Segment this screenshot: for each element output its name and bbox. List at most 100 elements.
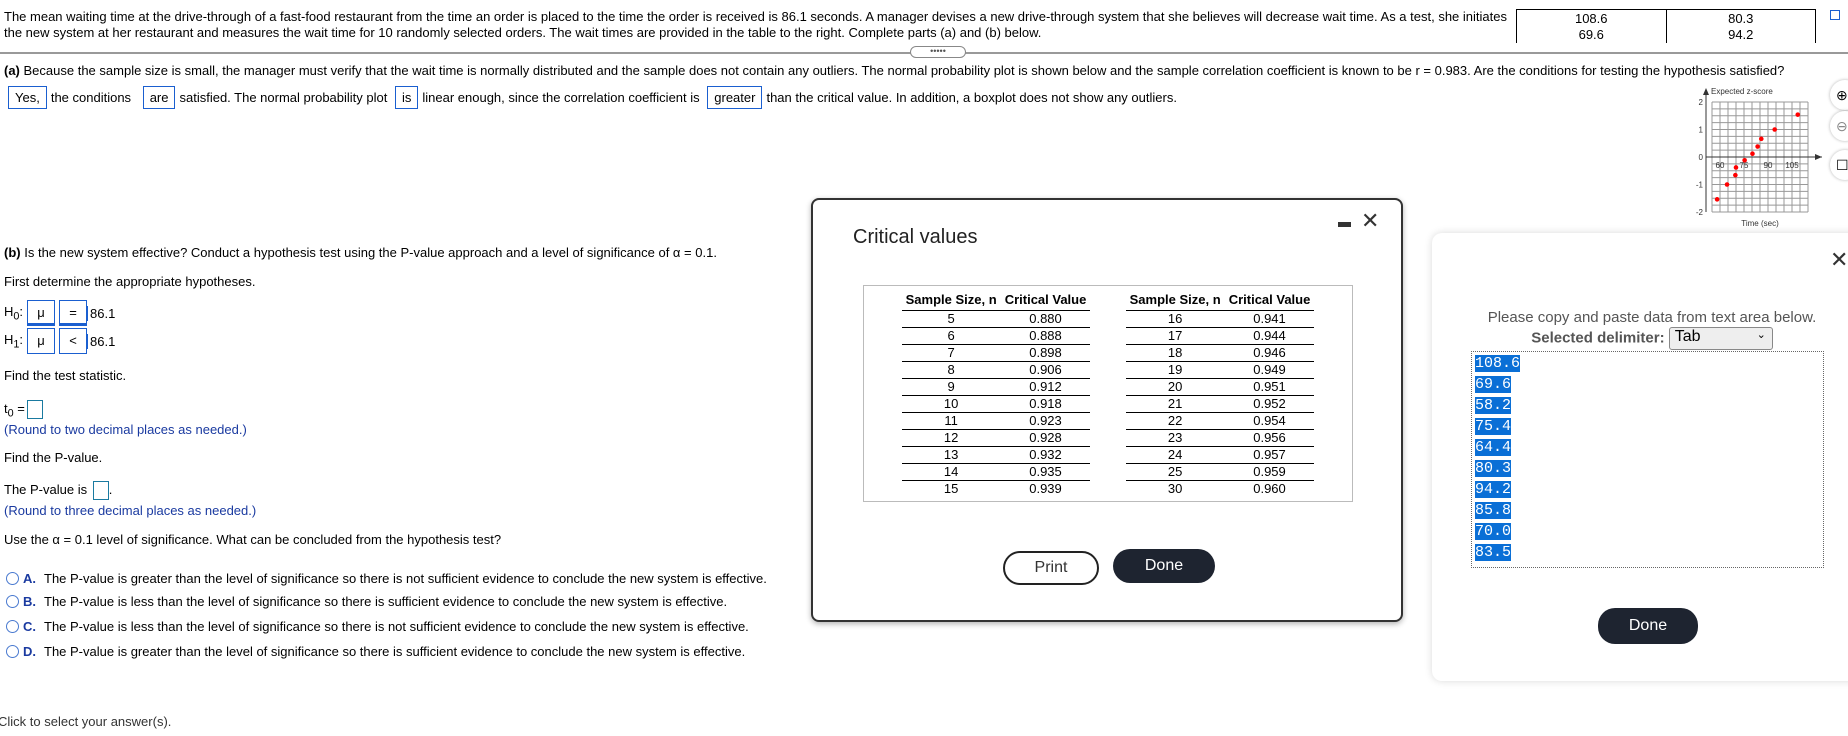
data-value: 83.5	[1475, 544, 1512, 561]
critical-value-cell: 0.939	[1029, 480, 1062, 496]
sample-size-cell: 15	[943, 480, 959, 496]
t-stat-input[interactable]	[26, 400, 43, 419]
column-header: Sample Size, n	[1125, 290, 1225, 311]
critical-value-cell: 0.952	[1224, 395, 1315, 413]
dropdown-are[interactable]: are	[142, 86, 176, 109]
sample-size-cell: 12	[901, 429, 1001, 447]
minimize-icon[interactable]	[1338, 222, 1351, 227]
choice-letter: A.	[23, 571, 36, 586]
delimiter-row: Selected delimiter: Tab ⌄	[1472, 327, 1832, 350]
data-point	[1772, 127, 1778, 132]
column-header: Critical Value	[1224, 290, 1315, 311]
zoom-out-button[interactable]: ⊖	[1830, 111, 1848, 141]
sample-size-cell: 19	[1125, 361, 1225, 379]
part-a-label: (a)	[4, 63, 20, 78]
part-b-label: (b)	[4, 245, 21, 260]
round3-hint: (Round to three decimal places as needed…	[4, 503, 257, 518]
choice-letter: B.	[23, 594, 36, 609]
data-cell: 108.6	[1574, 11, 1608, 26]
data-point	[1742, 158, 1747, 163]
column-header: Sample Size, n	[901, 290, 1001, 311]
data-value: 94.2	[1475, 481, 1512, 498]
critical-value-cell: 0.951	[1224, 378, 1315, 396]
sample-size-cell: 5	[901, 310, 1001, 328]
part-b-question: (b) Is the new system effective? Conduct…	[4, 245, 717, 260]
print-button[interactable]: Print	[1003, 551, 1099, 585]
h1-value[interactable]: 86.1	[87, 333, 115, 349]
h0-value[interactable]: 86.1	[87, 305, 115, 321]
sample-size-cell: 14	[901, 463, 1001, 481]
choice-text: The P-value is less than the level of si…	[44, 594, 728, 609]
critical-value-cell: 0.928	[1000, 429, 1091, 447]
answer-choice[interactable]: C. The P-value is less than the level of …	[6, 619, 749, 634]
radio-button[interactable]	[6, 595, 19, 608]
copy-data-icon[interactable]	[1830, 10, 1840, 20]
round2-hint: (Round to two decimal places as needed.)	[4, 422, 247, 437]
expand-button[interactable]: ☐	[1830, 150, 1848, 180]
table-row: 5 0.880	[901, 310, 1091, 328]
data-value: 75.4	[1475, 418, 1512, 435]
x-axis-label: Time (sec)	[1741, 219, 1779, 228]
p-value-input[interactable]	[92, 481, 109, 500]
answer-choice[interactable]: B. The P-value is less than the level of …	[6, 594, 727, 609]
critical-value-cell: 0.944	[1224, 327, 1315, 345]
h0-op-dropdown[interactable]: =	[59, 300, 88, 326]
table-row: 6 0.888	[901, 327, 1091, 345]
data-textarea[interactable]: 108.6 69.6 58.2 75.4 64.4 80.3 94.2 85.8 70.0 83.…	[1471, 351, 1824, 568]
table-row: 16 0.941	[1125, 310, 1315, 328]
done-button[interactable]: Done	[1598, 608, 1698, 644]
close-icon[interactable]: ✕	[1361, 208, 1379, 234]
critical-value-cell: 0.888	[1000, 327, 1091, 345]
radio-button[interactable]	[6, 620, 19, 633]
part-b-text: Is the new system effective? Conduct a h…	[24, 245, 717, 260]
done-button[interactable]: Done	[1113, 549, 1215, 583]
h1-row: H1: μ < 86.1	[4, 328, 115, 354]
data-point	[1750, 151, 1755, 156]
radio-button[interactable]	[6, 645, 19, 658]
critical-value-cell: 0.956	[1224, 429, 1315, 447]
resize-handle[interactable]: •••••	[910, 46, 966, 58]
h1-op-dropdown[interactable]: <	[59, 328, 88, 354]
x-axis-arrow-icon	[1815, 154, 1822, 160]
sample-size-cell: 9	[901, 378, 1001, 396]
zoom-in-button[interactable]: ⊕	[1830, 80, 1848, 110]
table-row: 12 0.928	[901, 429, 1091, 447]
answer-text: the conditions	[50, 90, 132, 105]
table-row: 19 0.949	[1125, 361, 1315, 379]
dropdown-is[interactable]: is	[394, 86, 419, 109]
critical-value-cell: 0.898	[1000, 344, 1091, 362]
table-row: 21 0.952	[1125, 395, 1315, 413]
answer-choice[interactable]: A. The P-value is greater than the level …	[6, 571, 767, 586]
sample-size-cell: 8	[901, 361, 1001, 379]
critical-value-cell: 0.935	[1000, 463, 1091, 481]
dropdown-greater[interactable]: greater	[707, 86, 763, 109]
table-row: 13 0.932	[901, 446, 1091, 464]
delimiter-select[interactable]: Tab ⌄	[1668, 327, 1773, 350]
table-row: 7 0.898	[901, 344, 1091, 362]
dropdown-conditions[interactable]: Yes,	[8, 86, 47, 109]
choice-letter: D.	[23, 644, 36, 659]
answer-text: linear enough, since the correlation coe…	[422, 90, 700, 105]
data-copy-dialog: ✕ Please copy and paste data from text a…	[1432, 233, 1848, 681]
data-point	[1724, 182, 1730, 187]
sample-size-cell: 22	[1125, 412, 1225, 430]
table-row: 9 0.912	[901, 378, 1091, 396]
delimiter-label: Selected delimiter:	[1531, 329, 1665, 347]
data-value: 70.0	[1475, 523, 1512, 540]
sample-size-cell: 13	[901, 446, 1001, 464]
x-tick-label: 105	[1785, 161, 1799, 170]
footer-hint: Click to select your answer(s).	[0, 714, 172, 729]
answer-text: than the critical value. In addition, a …	[766, 90, 1177, 105]
critical-value-cell: 0.957	[1224, 446, 1315, 464]
h0-param-dropdown[interactable]: μ	[27, 300, 56, 326]
close-icon[interactable]: ✕	[1830, 247, 1848, 273]
instruction-text: Please copy and paste data from text are…	[1487, 309, 1817, 326]
radio-button[interactable]	[6, 572, 19, 585]
answer-choice[interactable]: D. The P-value is greater than the level …	[6, 644, 745, 659]
table-row: 10 0.918	[901, 395, 1091, 413]
h1-param-dropdown[interactable]: μ	[27, 328, 56, 354]
data-value: 64.4	[1475, 439, 1512, 456]
table-row: 24 0.957	[1125, 446, 1315, 464]
table-row: 8 0.906	[901, 361, 1091, 379]
critical-value-cell: 0.923	[1000, 412, 1091, 430]
